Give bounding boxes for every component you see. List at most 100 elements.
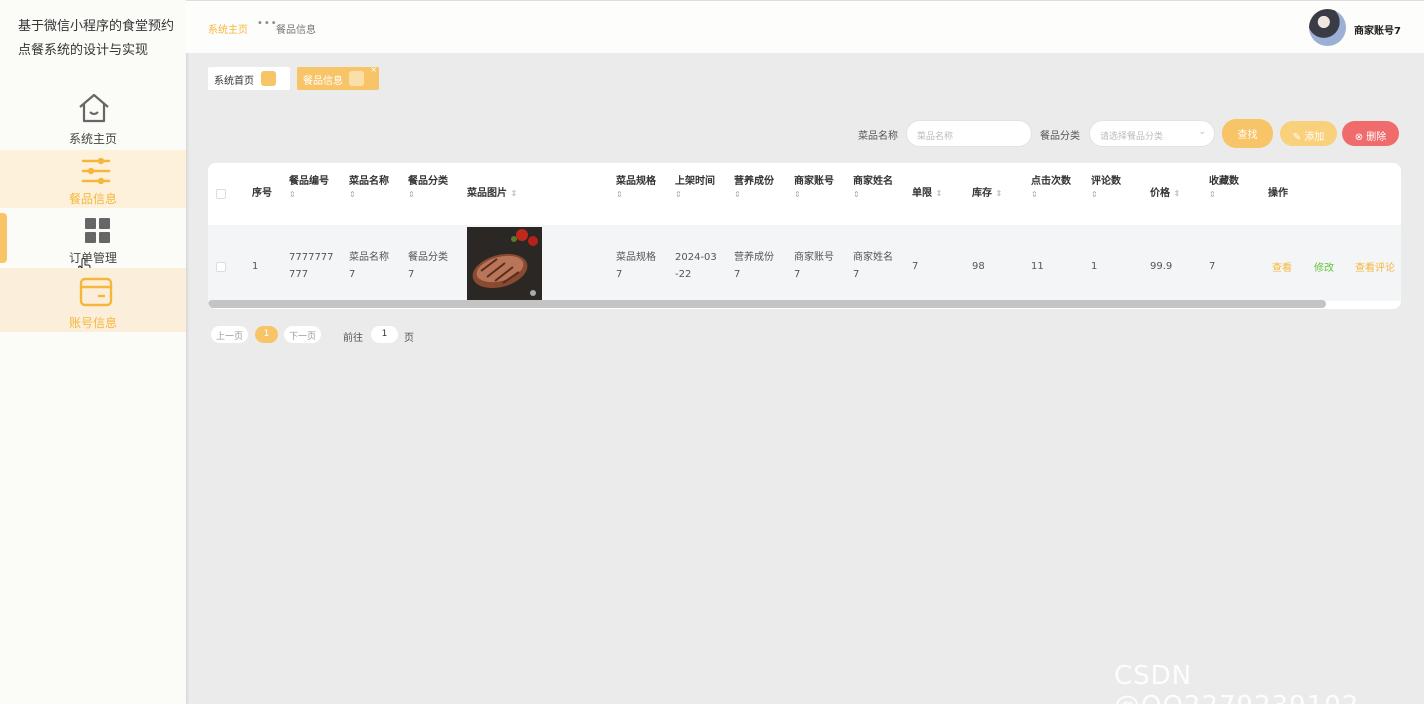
delete-label: 删除 (1366, 132, 1387, 143)
watermark: CSDN @QQ2279239102 (1114, 661, 1358, 704)
avatar[interactable] (1309, 9, 1346, 46)
col-spec[interactable]: 菜品规格 ⇕ (616, 174, 656, 200)
sidebar-item-label: 账号信息 (68, 316, 117, 330)
select-all-checkbox[interactable] (216, 189, 226, 199)
tab-home[interactable]: 系统首页 (208, 67, 290, 90)
sort-icon: ⇕ (349, 190, 356, 199)
sort-icon: ⇕ (935, 189, 943, 198)
chevron-down-icon: ⌄ (1198, 127, 1206, 137)
home-icon (76, 90, 112, 126)
sort-icon: ⇕ (853, 190, 860, 199)
row-checkbox[interactable] (216, 262, 226, 272)
breadcrumb-separator: ••• (257, 18, 278, 29)
sort-icon: ⇕ (289, 190, 296, 199)
col-favorites[interactable]: 收藏数 ⇕ (1209, 174, 1239, 200)
col-reviews[interactable]: 评论数 ⇕ (1091, 174, 1121, 200)
col-category[interactable]: 餐品分类 ⇕ (408, 174, 448, 200)
col-code[interactable]: 餐品编号 ⇕ (289, 174, 329, 200)
cell-reviews: 1 (1091, 261, 1098, 272)
cell-limit: 7 (912, 261, 919, 272)
page-1-button[interactable]: 1 (255, 326, 278, 343)
col-stock[interactable]: 库存 ⇕ (972, 186, 1002, 202)
category-select[interactable]: 请选择餐品分类 ⌄ (1089, 120, 1215, 147)
page-unit-label: 页 (404, 333, 414, 344)
sort-icon: ⇕ (995, 189, 1003, 198)
col-price[interactable]: 价格 ⇕ (1150, 186, 1180, 202)
breadcrumb-current: 餐品信息 (276, 25, 316, 36)
col-merchant-name[interactable]: 商家姓名 ⇕ (853, 174, 893, 200)
col-image[interactable]: 菜品图片 ⇕ (467, 186, 517, 202)
grid-icon (80, 216, 116, 252)
close-icon[interactable]: × (370, 65, 377, 74)
name-label: 菜品名称 (858, 131, 898, 142)
top-bar: 系统主页 ••• 餐品信息 商家账号7 (186, 0, 1424, 53)
cell-index: 1 (252, 261, 259, 272)
sort-icon: ⇕ (510, 189, 518, 198)
view-reviews-button[interactable]: 查看评论 (1355, 259, 1395, 274)
col-limit[interactable]: 单限 ⇕ (912, 186, 942, 202)
sort-icon: ⇕ (675, 190, 682, 199)
next-page-button[interactable]: 下一页 (284, 326, 321, 343)
col-index: 序号 (252, 188, 272, 199)
tab-label: 餐品信息 (303, 76, 343, 87)
col-nutrition[interactable]: 营养成份 ⇕ (734, 174, 774, 200)
tab-label: 系统首页 (214, 76, 254, 87)
sort-icon: ⇕ (408, 190, 415, 199)
col-actions: 操作 (1268, 188, 1288, 199)
delete-button[interactable]: ⊗ 删除 (1342, 121, 1399, 146)
search-button[interactable]: 查找 (1222, 119, 1273, 148)
category-placeholder: 请选择餐品分类 (1100, 132, 1164, 142)
sidebar-item-food[interactable]: 餐品信息 (0, 150, 186, 208)
cell-nutrition: 营养成份 7 (734, 252, 774, 280)
breadcrumb-home[interactable]: 系统主页 (208, 21, 248, 36)
edit-icon: ✎ (1292, 132, 1302, 143)
delete-icon: ⊗ (1354, 132, 1364, 143)
table-row: 1 7777777 777 菜品名称 7 餐品分类 7 菜品规格 7 2024-03 -2… (208, 225, 1401, 301)
cell-favorites: 7 (1209, 261, 1216, 272)
data-table: 序号 餐品编号 ⇕ 菜品名称 ⇕ 餐品分类 ⇕ 菜品图片 ⇕ 菜品规格 ⇕ 上架时间 ⇕ … (208, 163, 1401, 309)
col-clicks[interactable]: 点击次数 ⇕ (1031, 174, 1071, 200)
username[interactable]: 商家账号7 (1354, 22, 1401, 37)
cell-category: 餐品分类 7 (408, 252, 448, 280)
category-label: 餐品分类 (1040, 131, 1080, 142)
horizontal-scrollbar[interactable] (208, 300, 1326, 308)
cell-merchant-account: 商家账号 7 (794, 252, 834, 280)
app-title: 基于微信小程序的食堂预约点餐系统的设计与实现 (18, 19, 175, 58)
sidebar-item-label: 餐品信息 (68, 192, 117, 206)
add-button[interactable]: ✎ 添加 (1280, 121, 1337, 146)
sort-icon: ⇕ (794, 190, 801, 199)
cell-clicks: 11 (1031, 261, 1044, 272)
table-header: 序号 餐品编号 ⇕ 菜品名称 ⇕ 餐品分类 ⇕ 菜品图片 ⇕ 菜品规格 ⇕ 上架时间 ⇕ … (208, 163, 1401, 225)
refresh-icon[interactable] (349, 71, 364, 86)
add-label: 添加 (1304, 132, 1325, 143)
cell-stock: 98 (972, 261, 985, 272)
view-button[interactable]: 查看 (1272, 259, 1292, 274)
edit-button[interactable]: 修改 (1314, 259, 1334, 274)
cell-code: 7777777 777 (289, 252, 334, 280)
sidebar-item-home[interactable]: 系统主页 (0, 86, 186, 148)
cell-merchant-name: 商家姓名 7 (853, 252, 893, 280)
cell-date: 2024-03 -22 (675, 252, 717, 280)
sort-icon: ⇕ (1091, 190, 1098, 199)
goto-page-input[interactable]: 1 (371, 326, 398, 343)
sliders-icon (78, 155, 114, 191)
goto-label: 前往 (343, 333, 363, 344)
sidebar-item-label: 订单管理 (68, 251, 117, 265)
sidebar-item-orders[interactable]: 订单管理 (0, 212, 186, 275)
prev-page-button[interactable]: 上一页 (211, 326, 248, 343)
col-merchant-account[interactable]: 商家账号 ⇕ (794, 174, 834, 200)
wallet-icon (78, 276, 114, 312)
food-image[interactable] (467, 227, 542, 300)
cell-price: 99.9 (1150, 261, 1173, 272)
cell-name: 菜品名称 7 (349, 252, 389, 280)
sort-icon: ⇕ (1031, 190, 1038, 199)
tab-food-info[interactable]: 餐品信息 × (297, 65, 379, 90)
col-date[interactable]: 上架时间 ⇕ (675, 174, 715, 200)
sort-icon: ⇕ (1209, 190, 1216, 199)
col-name[interactable]: 菜品名称 ⇕ (349, 174, 389, 200)
cell-spec: 菜品规格 7 (616, 252, 656, 280)
sidebar-item-account[interactable]: 账号信息 (0, 268, 186, 332)
search-name-input[interactable]: 菜品名称 (906, 120, 1032, 147)
refresh-icon[interactable] (261, 71, 276, 86)
sort-icon: ⇕ (616, 190, 623, 199)
